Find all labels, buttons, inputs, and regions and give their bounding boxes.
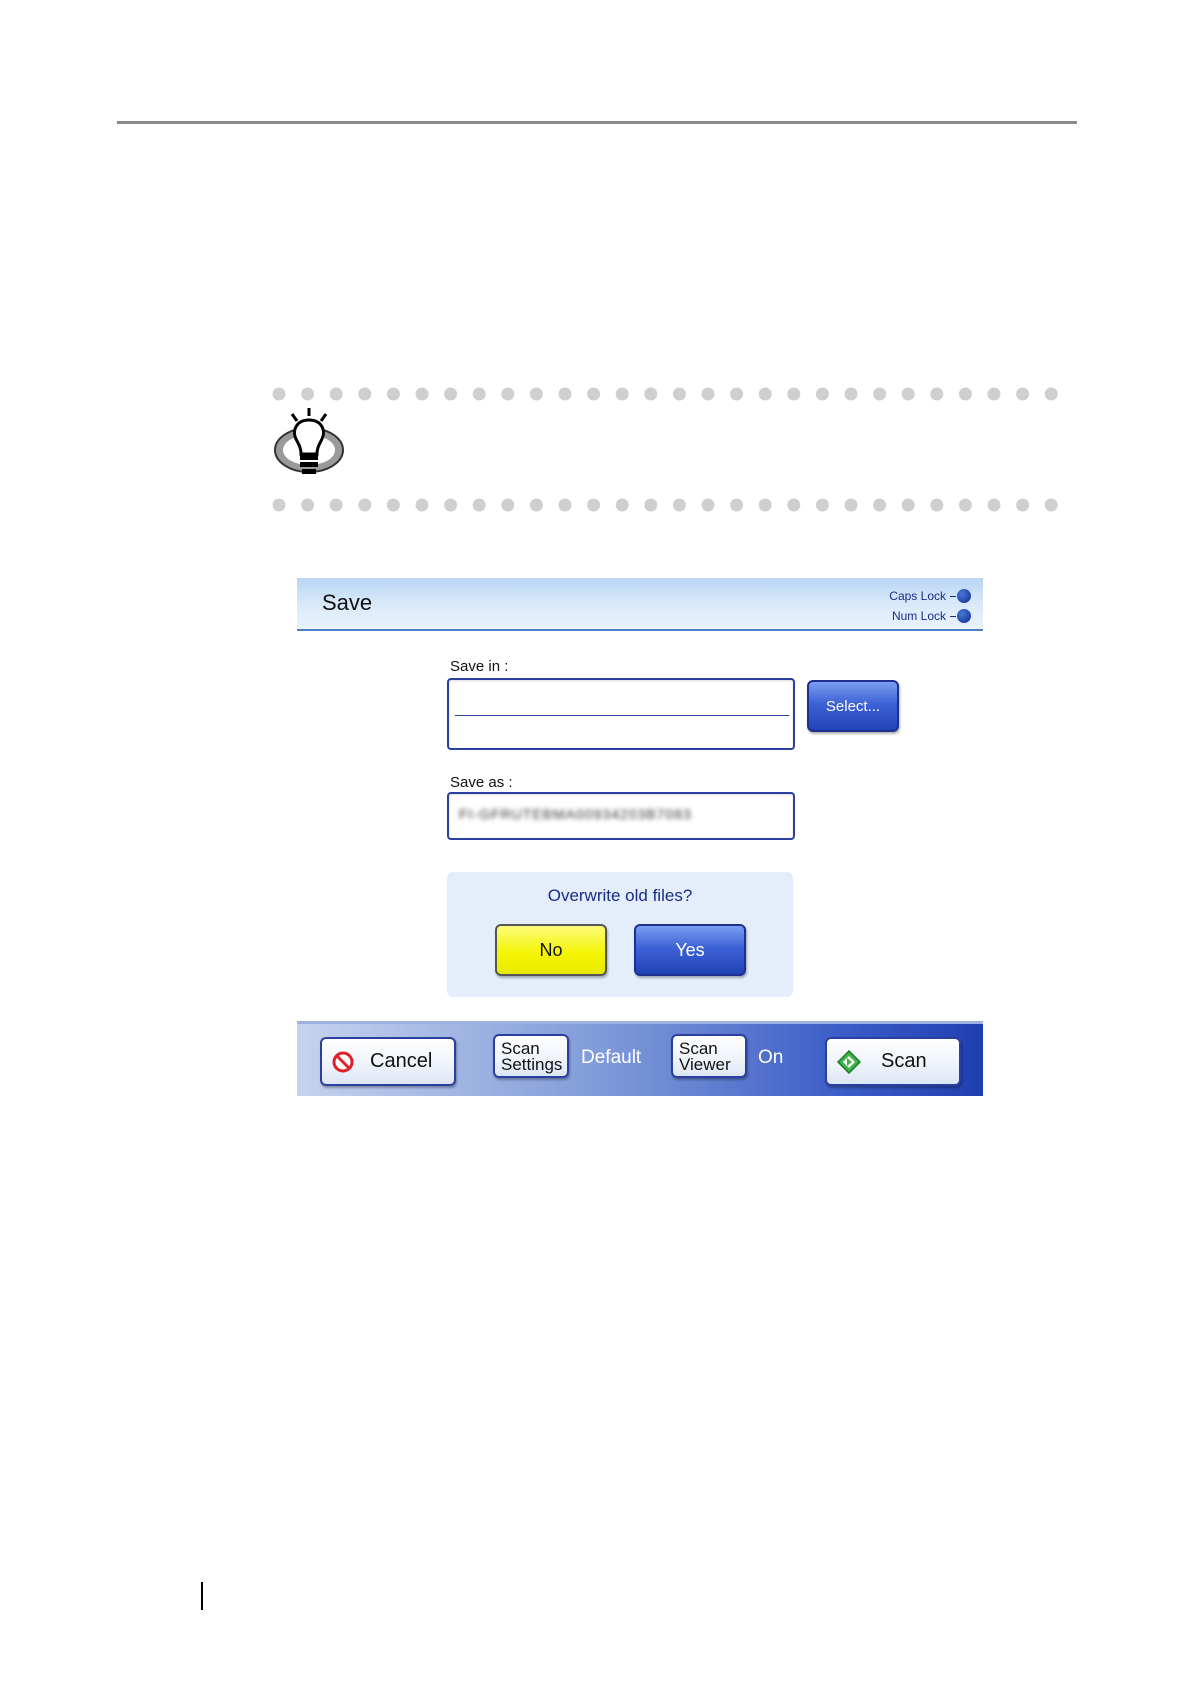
- lightbulb-hint-icon: [270, 406, 348, 480]
- save-in-field[interactable]: [447, 678, 795, 750]
- prohibited-icon: [332, 1051, 354, 1073]
- select-folder-button[interactable]: Select...: [807, 680, 899, 732]
- overwrite-yes-button[interactable]: Yes: [634, 924, 746, 976]
- cancel-button[interactable]: Cancel: [320, 1037, 456, 1086]
- header-rule: [117, 121, 1077, 124]
- scan-settings-button[interactable]: Scan Settings: [493, 1034, 569, 1078]
- scan-settings-status: Default: [581, 1047, 642, 1068]
- caps-lock-label: Caps Lock: [889, 589, 946, 603]
- num-lock-led-icon: [957, 609, 971, 623]
- cancel-label: Cancel: [370, 1050, 433, 1072]
- scan-button[interactable]: Scan: [825, 1037, 961, 1086]
- hint-top-dotted-rule: [272, 386, 1062, 402]
- hint-bottom-dotted-rule: [272, 497, 1062, 513]
- green-diamond-start-icon: [836, 1049, 862, 1074]
- save-as-field[interactable]: FI-GFRUTEBMA00934203B7083: [447, 792, 795, 840]
- title-bar: Save Caps Lock Num Lock: [297, 578, 983, 631]
- save-as-value: FI-GFRUTEBMA00934203B7083: [459, 806, 692, 822]
- scan-label: Scan: [881, 1050, 927, 1072]
- overwrite-panel: Overwrite old files? No Yes: [447, 872, 793, 997]
- caps-lock-led-icon: [957, 589, 971, 603]
- caps-lock-indicator: Caps Lock: [889, 589, 971, 603]
- save-as-label: Save as :: [450, 774, 513, 791]
- scan-viewer-status: On: [758, 1047, 784, 1068]
- save-in-label: Save in :: [450, 658, 509, 675]
- scan-viewer-label-line2: Viewer: [679, 1055, 731, 1074]
- overwrite-question: Overwrite old files?: [547, 886, 693, 905]
- page-margin-mark: [201, 1582, 203, 1610]
- bottom-toolbar: Cancel Scan Settings Default Scan Viewer…: [297, 1021, 983, 1096]
- num-lock-label: Num Lock: [891, 609, 946, 623]
- scan-viewer-button[interactable]: Scan Viewer: [671, 1034, 747, 1078]
- num-lock-indicator: Num Lock: [892, 609, 971, 623]
- scan-settings-label-line2: Settings: [501, 1055, 563, 1074]
- save-screen: Save Caps Lock Num Lock Save in : Select…: [297, 578, 983, 1096]
- screen-title: Save: [322, 590, 373, 615]
- overwrite-no-button[interactable]: No: [495, 924, 607, 976]
